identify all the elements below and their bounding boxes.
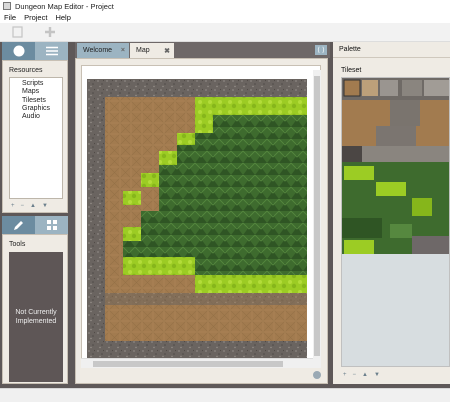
status-bar xyxy=(0,388,450,402)
move-up-button[interactable]: ▲ xyxy=(30,203,36,209)
tab-map[interactable]: Map ✖ xyxy=(130,43,174,58)
menu-help[interactable]: Help xyxy=(55,13,70,22)
tileset-tiles[interactable] xyxy=(342,78,450,278)
list-item[interactable]: Audio xyxy=(10,113,62,121)
close-icon[interactable]: ✖ xyxy=(164,47,170,55)
add-resource-button[interactable]: + xyxy=(11,203,15,209)
remove-resource-button[interactable]: − xyxy=(21,203,25,209)
move-down-button[interactable]: ▼ xyxy=(374,372,380,378)
menu-bar: File Project Help xyxy=(0,12,450,23)
move-down-button[interactable]: ▼ xyxy=(42,203,48,209)
list-item[interactable]: Maps xyxy=(10,88,62,96)
menu-project[interactable]: Project xyxy=(24,13,47,22)
map-vertical-scrollbar[interactable] xyxy=(313,70,321,368)
resources-list[interactable]: Scripts Maps Tilesets Graphics Audio xyxy=(9,77,63,199)
pencil-icon xyxy=(14,220,23,230)
palette-header: Palette xyxy=(333,42,450,58)
tools-placeholder: Not Currently Implemented xyxy=(9,252,63,382)
palette-controls: + − ▲ ▼ xyxy=(343,372,380,378)
map-canvas[interactable] xyxy=(81,65,321,368)
tileset-label: Tileset xyxy=(341,67,362,74)
tab-welcome[interactable]: Welcome × xyxy=(77,43,129,58)
plus-icon xyxy=(44,27,55,37)
window-title: Dungeon Map Editor - Project xyxy=(15,1,114,11)
list-item[interactable]: Scripts xyxy=(10,80,62,88)
resources-title: Resources xyxy=(9,67,43,74)
resources-tab[interactable] xyxy=(2,42,35,60)
chevron-icon: ⟨ ⟩ xyxy=(317,47,325,54)
not-implemented-text: Not Currently Implemented xyxy=(15,309,57,325)
tab-map-label: Map xyxy=(136,47,150,54)
pencil-tab[interactable] xyxy=(2,216,35,234)
tab-scroll-button[interactable]: ⟨ ⟩ xyxy=(315,45,327,55)
app-icon xyxy=(3,2,11,10)
tools-title: Tools xyxy=(9,241,26,248)
page-icon xyxy=(12,26,23,38)
list-tab[interactable] xyxy=(35,42,68,60)
move-up-button[interactable]: ▲ xyxy=(362,372,368,378)
add-button[interactable] xyxy=(42,25,57,39)
add-tile-button[interactable]: + xyxy=(343,372,347,378)
scroll-thumb[interactable] xyxy=(314,76,320,356)
palette-title: Palette xyxy=(339,46,361,53)
tileset-view[interactable] xyxy=(341,77,450,367)
title-bar: Dungeon Map Editor - Project xyxy=(0,0,450,12)
tab-welcome-label: Welcome xyxy=(83,47,113,54)
map-tiles[interactable] xyxy=(87,79,307,359)
list-item[interactable]: Graphics xyxy=(10,105,62,113)
hamburger-icon xyxy=(45,46,58,56)
remove-tile-button[interactable]: − xyxy=(353,372,357,378)
tools-panel: Tools Not Currently Implemented xyxy=(2,234,68,384)
grid-icon xyxy=(46,220,57,230)
resources-controls: + − ▲ ▼ xyxy=(11,203,48,209)
toolbar xyxy=(0,23,450,42)
map-horizontal-scrollbar[interactable] xyxy=(81,358,313,368)
tools-dock-tabs xyxy=(2,216,68,234)
scroll-thumb[interactable] xyxy=(93,361,283,367)
menu-file[interactable]: File xyxy=(4,13,16,22)
resources-dock-tabs xyxy=(2,42,68,60)
resources-panel: Resources Scripts Maps Tilesets Graphics… xyxy=(2,60,68,213)
close-icon[interactable]: × xyxy=(121,47,125,54)
center-tab-bar: Welcome × Map ✖ ⟨ ⟩ xyxy=(75,42,330,58)
new-page-button[interactable] xyxy=(10,25,25,39)
circle-icon xyxy=(13,45,24,57)
grid-tab[interactable] xyxy=(35,216,68,234)
list-item[interactable]: Tilesets xyxy=(10,97,62,105)
zoom-icon[interactable] xyxy=(313,371,321,379)
